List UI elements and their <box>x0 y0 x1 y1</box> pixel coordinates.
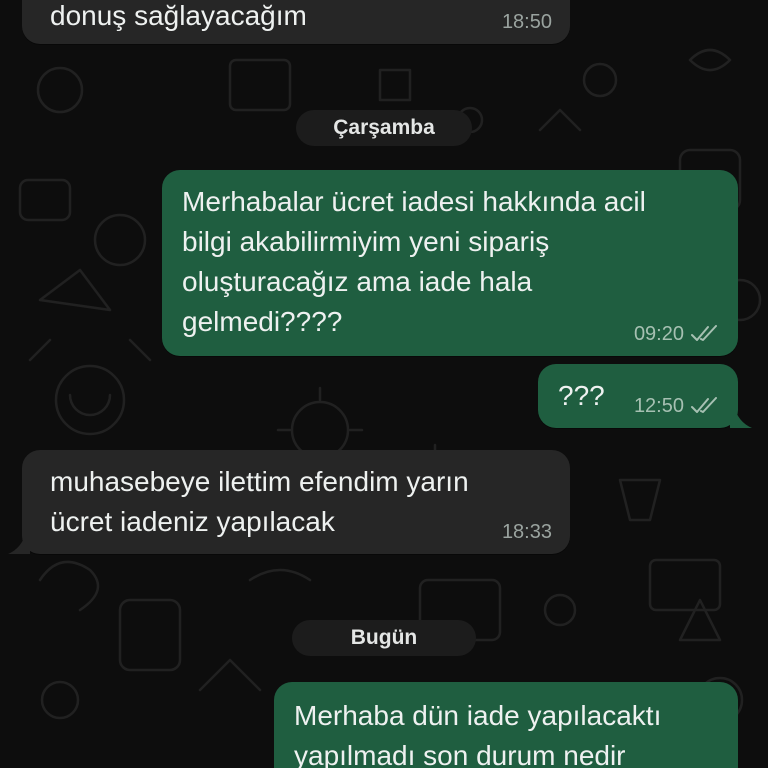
message-time: 12:50 <box>633 395 684 417</box>
message-meta: 18:33 <box>502 520 552 544</box>
message-meta: 18:50 <box>502 10 552 34</box>
bubble-tail <box>8 532 30 554</box>
chat-view[interactable]: donuş sağlayacağım 18:50 Çarşamba Merhab… <box>0 0 768 768</box>
double-check-icon <box>691 397 717 413</box>
message-time: 18:50 <box>501 11 552 33</box>
message-text: donuş sağlayacağım <box>50 0 307 31</box>
double-check-icon <box>691 325 717 341</box>
date-separator-wednesday: Çarşamba <box>296 110 472 146</box>
message-text: muhasebeye ilettim efendim yarın ücret i… <box>50 466 469 537</box>
message-time: 18:33 <box>501 521 552 543</box>
message-time: 09:20 <box>633 323 684 345</box>
message-bubble-outgoing[interactable]: Merhabalar ücret iadesi hakkında acil bi… <box>162 170 738 356</box>
message-text: Merhaba dün iade yapılacaktı yapılmadı s… <box>294 700 662 768</box>
message-bubble-outgoing[interactable]: Merhaba dün iade yapılacaktı yapılmadı s… <box>274 682 738 768</box>
message-bubble-outgoing[interactable]: ??? 12:50 <box>538 364 752 428</box>
message-bubble-incoming[interactable]: donuş sağlayacağım 18:50 <box>22 0 570 44</box>
bubble-tail <box>730 406 752 428</box>
message-bubble-incoming[interactable]: muhasebeye ilettim efendim yarın ücret i… <box>8 450 570 554</box>
message-text: Merhabalar ücret iadesi hakkında acil bi… <box>182 186 646 337</box>
message-meta: 12:50 <box>634 394 720 418</box>
date-separator-today: Bugün <box>292 620 476 656</box>
message-meta: 09:20 <box>634 322 720 346</box>
